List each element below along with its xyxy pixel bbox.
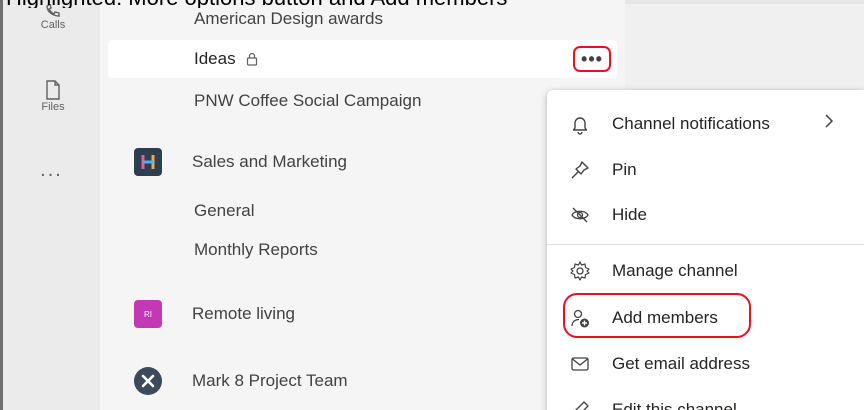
app-rail: Calls Files ... <box>0 0 100 410</box>
bell-icon <box>572 117 588 135</box>
caption-strip: Highlighted: More options button and Add… <box>0 0 864 8</box>
gear-icon <box>570 261 590 281</box>
add-members-highlight <box>563 293 751 338</box>
menu-item-manage-channel[interactable]: Manage channel <box>547 251 864 291</box>
menu-item-hide[interactable]: Hide <box>547 195 864 235</box>
channel-item[interactable]: General <box>108 192 617 230</box>
team-avatar <box>134 148 162 176</box>
team-avatar: RI <box>134 300 162 328</box>
team-item[interactable]: RI Remote living <box>108 295 617 333</box>
edit-icon <box>575 401 589 410</box>
team-avatar <box>134 367 162 395</box>
file-icon <box>46 80 60 100</box>
channel-label: Monthly Reports <box>194 240 318 259</box>
menu-divider <box>547 244 864 245</box>
eye-off-icon <box>571 207 589 223</box>
menu-item-label: Pin <box>612 160 637 179</box>
chevron-right-icon <box>825 114 834 128</box>
rail-label-files: Files <box>41 101 65 113</box>
rail-item-calls[interactable]: Calls <box>6 4 100 31</box>
more-options-button[interactable]: ••• <box>573 46 611 72</box>
x-icon <box>141 374 155 388</box>
channel-item[interactable]: PNW Coffee Social Campaign <box>108 82 617 120</box>
menu-item-label: Get email address <box>612 354 750 373</box>
rail-item-files[interactable]: Files <box>6 80 100 113</box>
menu-item-edit-this-channel[interactable]: Edit this channel <box>547 390 864 410</box>
mail-icon <box>571 357 589 371</box>
channel-label: PNW Coffee Social Campaign <box>194 91 422 110</box>
channel-item-selected[interactable]: Ideas ••• <box>108 40 617 78</box>
menu-item-label: Edit this channel <box>612 400 737 410</box>
team-label: Sales and Marketing <box>192 152 347 171</box>
team-item[interactable]: Mark 8 Project Team <box>108 362 617 400</box>
menu-item-pin[interactable]: Pin <box>547 150 864 190</box>
menu-item-label: Manage channel <box>612 261 738 280</box>
rail-label-calls: Calls <box>40 19 66 31</box>
caption-text: Highlighted: More options button and Add… <box>6 0 507 8</box>
more-apps-button[interactable]: ... <box>3 160 100 180</box>
channel-label: American Design awards <box>194 9 383 28</box>
channel-label: Ideas <box>194 49 236 68</box>
menu-item-get-email-address[interactable]: Get email address <box>547 344 864 384</box>
team-label: Mark 8 Project Team <box>192 371 348 390</box>
team-label: Remote living <box>192 304 295 323</box>
lock-icon <box>246 52 257 66</box>
menu-item-channel-notifications[interactable]: Channel notifications <box>547 104 864 144</box>
menu-item-label: Channel notifications <box>612 114 770 133</box>
pin-icon <box>571 161 589 179</box>
channel-item[interactable]: Monthly Reports <box>108 231 617 269</box>
team-logo-icon <box>141 155 155 169</box>
menu-item-label: Hide <box>612 205 647 224</box>
channel-context-menu: Channel notifications Pin Hide Manage ch… <box>547 90 864 410</box>
team-item[interactable]: Sales and Marketing <box>108 143 617 181</box>
channel-label: General <box>194 201 255 220</box>
